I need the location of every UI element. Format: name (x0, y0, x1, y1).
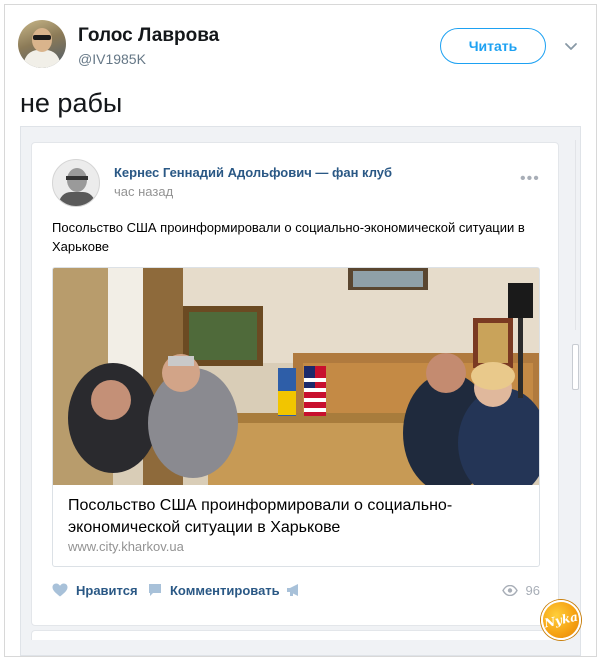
like-button[interactable]: Нравится (52, 578, 138, 602)
group-avatar[interactable] (52, 159, 100, 207)
megaphone-icon (287, 584, 298, 596)
post-actions-bar: Нравится Комментировать 96 (50, 578, 544, 602)
views-counter: 96 (501, 578, 540, 602)
views-count: 96 (525, 582, 540, 598)
next-post-edge (31, 630, 559, 640)
post-text: Посольство США проинформировали о социал… (52, 220, 525, 254)
link-preview-card[interactable]: Посольство США проинформировали о социал… (52, 267, 540, 567)
scrollbar-thumb[interactable] (572, 344, 579, 390)
tweet-text: не рабы (20, 88, 123, 118)
comment-label: Комментировать (170, 582, 280, 598)
link-preview-image[interactable] (53, 268, 540, 485)
author-avatar[interactable] (18, 20, 66, 68)
link-title[interactable]: Посольство США проинформировали о социал… (68, 495, 528, 539)
share-button[interactable] (286, 578, 310, 602)
group-name-link[interactable]: Кернес Геннадий Адольфович — фан клуб (114, 165, 392, 180)
author-name[interactable]: Голос Лаврова (78, 25, 219, 47)
scrollbar-track (575, 140, 576, 330)
follow-button[interactable]: Читать (440, 28, 546, 64)
comment-icon (149, 584, 161, 596)
post-time[interactable]: час назад (114, 184, 173, 199)
watermark-text: Nyka (542, 609, 580, 631)
link-domain[interactable]: www.city.kharkov.ua (68, 539, 184, 554)
eye-icon (501, 584, 518, 596)
chevron-down-icon[interactable] (563, 38, 579, 54)
heart-icon (52, 583, 68, 597)
more-options-icon[interactable]: ••• (520, 170, 540, 188)
author-handle[interactable]: @IV1985K (78, 51, 146, 67)
like-label: Нравится (76, 582, 138, 598)
comment-button[interactable]: Комментировать (148, 578, 280, 602)
